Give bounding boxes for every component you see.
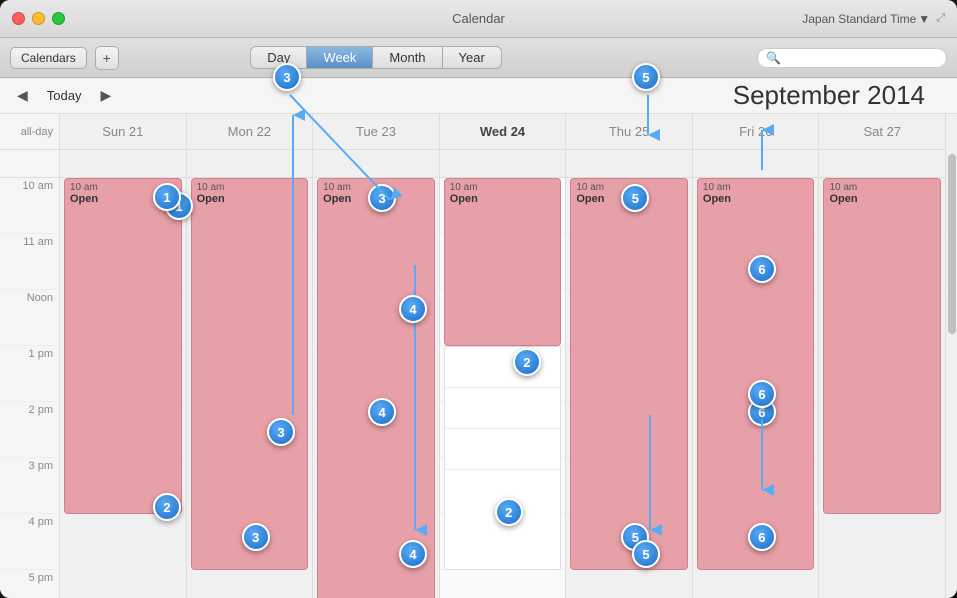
days-area: Sun 21 Mon 22 Tue 23 Wed 24 Thu 25 Fri 2…	[60, 114, 945, 598]
nav-bar: ◀ Today ▶ September 2014	[0, 78, 957, 114]
maximize-button[interactable]	[52, 12, 65, 25]
window-controls	[0, 12, 65, 25]
tab-week[interactable]: Week	[307, 47, 373, 68]
prev-button[interactable]: ◀	[12, 85, 33, 106]
day-col-mon[interactable]: 10 am Open 3	[187, 178, 314, 598]
day-header-mon: Mon 22	[187, 114, 314, 149]
month-title: September 2014	[733, 80, 945, 111]
time-2pm: 2 pm	[0, 402, 59, 458]
time-3pm: 3 pm	[0, 458, 59, 514]
day-header-thu: Thu 25	[566, 114, 693, 149]
tab-day[interactable]: Day	[251, 47, 307, 68]
calendars-button[interactable]: Calendars	[10, 47, 87, 69]
day-header-wed: Wed 24	[440, 114, 567, 149]
close-button[interactable]	[12, 12, 25, 25]
calendar-area: all-day 10 am 11 am Noon 1 pm 2 pm 3 pm …	[0, 114, 957, 598]
allday-row	[60, 150, 945, 178]
fullscreen-button[interactable]: ⤢	[936, 12, 945, 25]
day-header-sun: Sun 21	[60, 114, 187, 149]
event-thu[interactable]: 10 am Open	[570, 178, 688, 570]
wed-empty-block	[444, 346, 562, 570]
app-window: Calendar Japan Standard Time ▼ ⤢ Calenda…	[0, 0, 957, 598]
event-sat[interactable]: 10 am Open	[823, 178, 941, 514]
day-header-fri: Fri 26	[693, 114, 820, 149]
day-col-thu[interactable]: 10 am Open 5 5	[566, 178, 693, 598]
search-icon: 🔍	[766, 51, 781, 65]
time-1pm: 1 pm	[0, 346, 59, 402]
toolbar: Calendars + Day Week Month Year 🔍	[0, 38, 957, 78]
allday-tue[interactable]	[313, 150, 440, 177]
time-11am: 11 am	[0, 234, 59, 290]
tab-month[interactable]: Month	[373, 47, 442, 68]
allday-mon[interactable]	[187, 150, 314, 177]
day-col-tue[interactable]: 10 am Open 3 4	[313, 178, 440, 598]
dropdown-arrow-icon: ▼	[918, 12, 930, 26]
view-tabs: Day Week Month Year	[250, 46, 502, 69]
search-input[interactable]	[785, 51, 938, 65]
event-fri[interactable]: 10 am Open	[697, 178, 815, 570]
today-button[interactable]: Today	[39, 86, 90, 105]
day-header-tue: Tue 23	[313, 114, 440, 149]
day-col-fri[interactable]: 10 am Open 6 6	[693, 178, 820, 598]
minimize-button[interactable]	[32, 12, 45, 25]
allday-fri[interactable]	[693, 150, 820, 177]
allday-wed[interactable]	[440, 150, 567, 177]
allday-thu[interactable]	[566, 150, 693, 177]
time-noon: Noon	[0, 290, 59, 346]
time-labels: 10 am 11 am Noon 1 pm 2 pm 3 pm 4 pm 5 p…	[0, 178, 59, 598]
add-event-button[interactable]: +	[95, 46, 119, 70]
days-header: Sun 21 Mon 22 Tue 23 Wed 24 Thu 25 Fri 2…	[60, 114, 945, 150]
day-col-sun[interactable]: 10 am Open 1 2	[60, 178, 187, 598]
days-grid: 10 am Open 1 2	[60, 178, 945, 598]
allday-sat[interactable]	[819, 150, 945, 177]
scrollbar-track[interactable]	[945, 114, 957, 598]
event-wed-top[interactable]: 10 am Open	[444, 178, 562, 346]
time-5pm: 5 pm	[0, 570, 59, 598]
tab-year[interactable]: Year	[443, 47, 501, 68]
titlebar: Calendar Japan Standard Time ▼ ⤢	[0, 0, 957, 38]
search-box[interactable]: 🔍	[757, 48, 947, 68]
day-col-sat[interactable]: 10 am Open	[819, 178, 945, 598]
window-title: Calendar	[452, 11, 505, 26]
time-4pm: 4 pm	[0, 514, 59, 570]
event-mon[interactable]: 10 am Open	[191, 178, 309, 570]
day-header-sat: Sat 27	[819, 114, 945, 149]
next-button[interactable]: ▶	[95, 85, 116, 106]
event-sun[interactable]: 10 am Open	[64, 178, 182, 514]
day-col-wed[interactable]: 10 am Open 2	[440, 178, 567, 598]
time-column: all-day 10 am 11 am Noon 1 pm 2 pm 3 pm …	[0, 114, 60, 598]
allday-sun[interactable]	[60, 150, 187, 177]
time-10am: 10 am	[0, 178, 59, 234]
event-tue[interactable]: 10 am Open	[317, 178, 435, 598]
nav-arrows: ◀ Today ▶	[12, 85, 116, 106]
timezone-selector[interactable]: Japan Standard Time ▼ ⤢	[802, 12, 945, 26]
all-day-label: all-day	[0, 114, 59, 150]
allday-spacer	[0, 150, 59, 178]
scrollbar-thumb[interactable]	[948, 154, 956, 334]
